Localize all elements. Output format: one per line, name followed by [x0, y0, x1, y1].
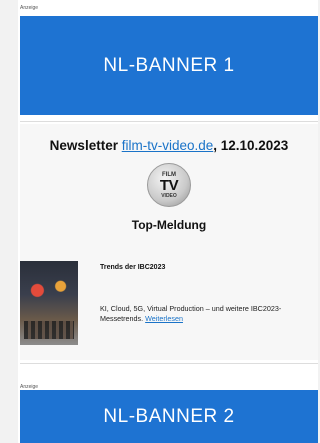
divider — [20, 363, 318, 364]
ad-label: Anzeige — [20, 5, 39, 11]
image-crowd — [24, 321, 74, 339]
logo-line-video: VIDEO — [161, 192, 177, 199]
ad-banner-2[interactable]: NL-BANNER 2 — [20, 390, 318, 443]
article-text: KI, Cloud, 5G, Virtual Production – und … — [100, 304, 282, 323]
ad-banner-1[interactable]: NL-BANNER 1 — [20, 16, 318, 115]
newsletter-content: Newsletter film-tv-video.de, 12.10.2023 … — [20, 124, 318, 360]
article-teaser: KI, Cloud, 5G, Virtual Production – und … — [100, 304, 308, 324]
newsletter-date: , 12.10.2023 — [213, 138, 289, 153]
newsletter-prefix: Newsletter — [49, 138, 122, 153]
section-title: Top-Meldung — [131, 218, 207, 232]
article-image[interactable] — [20, 261, 78, 345]
site-link[interactable]: film-tv-video.de — [122, 138, 214, 153]
read-more-link[interactable]: Weiterlesen — [145, 314, 183, 323]
article-title[interactable]: Trends der IBC2023 — [100, 264, 165, 271]
film-tv-video-logo[interactable]: FILM TV VIDEO — [147, 163, 191, 207]
logo-line-tv: TV — [159, 176, 179, 194]
newsletter-frame: Anzeige NL-BANNER 1 Newsletter film-tv-v… — [18, 0, 318, 443]
divider — [20, 121, 318, 122]
newsletter-title: Newsletter film-tv-video.de, 12.10.2023 — [20, 138, 318, 153]
